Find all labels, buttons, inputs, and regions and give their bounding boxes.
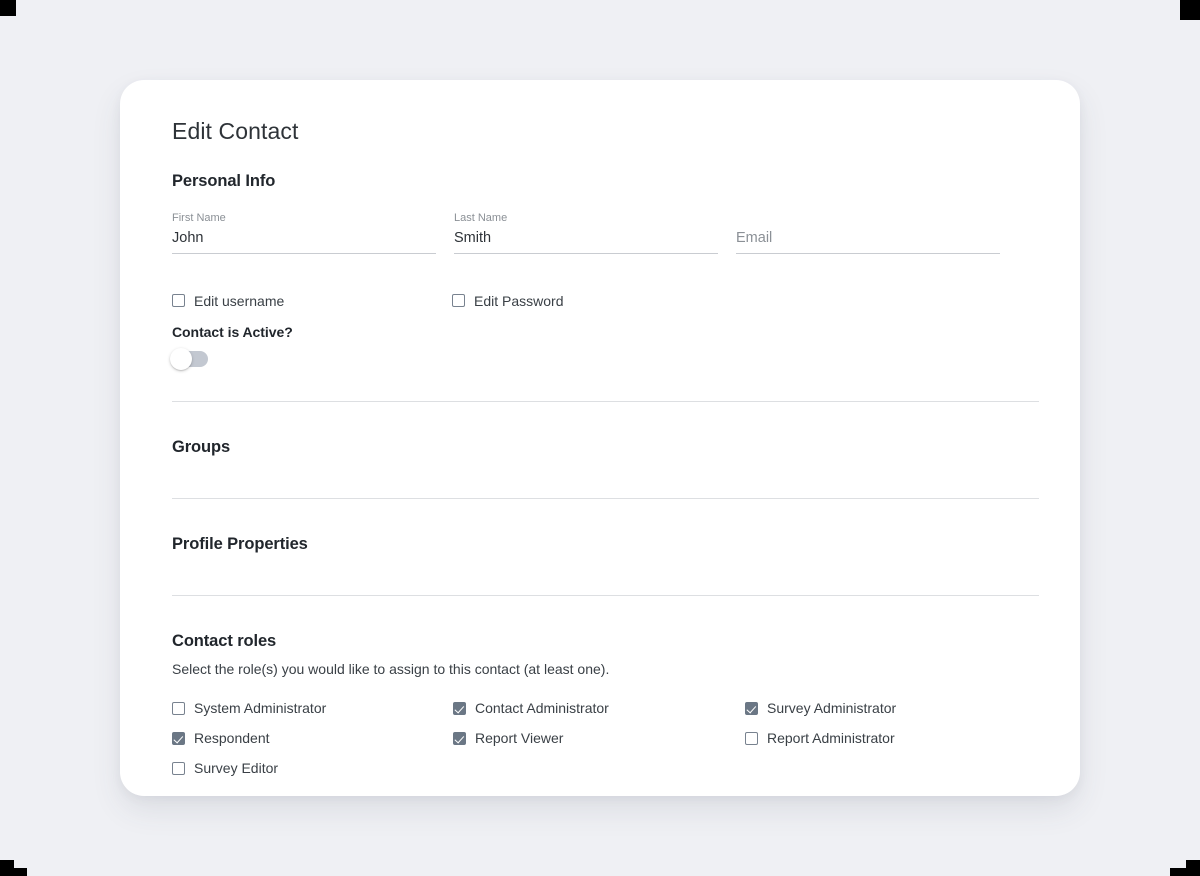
role-survey-administrator[interactable]: Survey Administrator xyxy=(734,701,1039,715)
role-contact-administrator[interactable]: Contact Administrator xyxy=(453,701,734,715)
contact-roles-heading: Contact roles xyxy=(172,631,277,650)
role-survey-administrator-checkbox[interactable] xyxy=(745,701,758,715)
role-report-viewer[interactable]: Report Viewer xyxy=(453,731,734,745)
contact-roles-description: Select the role(s) you would like to ass… xyxy=(172,660,610,677)
role-system-administrator-checkbox[interactable] xyxy=(172,701,185,715)
role-contact-administrator-label: Contact Administrator xyxy=(475,700,609,717)
role-contact-administrator-checkbox[interactable] xyxy=(453,701,466,715)
edit-password-checkbox[interactable] xyxy=(452,294,465,308)
email-input[interactable] xyxy=(736,229,1000,254)
role-report-viewer-checkbox[interactable] xyxy=(453,731,466,745)
first-name-input[interactable] xyxy=(172,229,436,254)
edit-contact-card: Edit Contact Personal Info First Name La… xyxy=(120,80,1080,796)
first-name-field: First Name xyxy=(172,200,436,254)
profile-properties-section: Profile Properties xyxy=(172,499,1039,595)
role-system-administrator[interactable]: System Administrator xyxy=(172,701,453,715)
last-name-label: Last Name xyxy=(454,211,508,224)
profile-properties-heading: Profile Properties xyxy=(172,534,308,553)
role-respondent-checkbox[interactable] xyxy=(172,731,185,745)
edit-username-checkbox[interactable] xyxy=(172,294,185,308)
edit-password-checkbox-row[interactable]: Edit Password xyxy=(452,294,563,308)
last-name-field: Last Name xyxy=(454,200,718,254)
contact-is-active-label: Contact is Active? xyxy=(172,323,293,340)
contact-roles-section: Contact roles Select the role(s) you wou… xyxy=(172,596,1039,775)
contact-is-active-toggle[interactable] xyxy=(170,347,208,370)
personal-info-fields: First Name Last Name Email xyxy=(172,200,1039,254)
toggle-knob xyxy=(170,347,192,370)
role-report-administrator-checkbox[interactable] xyxy=(745,731,758,745)
email-field: Email xyxy=(736,200,1000,254)
page-title: Edit Contact xyxy=(172,118,299,144)
registration-mark-bottom-left-bar xyxy=(0,868,27,876)
registration-mark-top-right xyxy=(1180,0,1200,20)
role-respondent[interactable]: Respondent xyxy=(172,731,453,745)
role-survey-administrator-label: Survey Administrator xyxy=(767,700,897,717)
groups-section: Groups xyxy=(172,402,1039,498)
role-survey-editor-checkbox[interactable] xyxy=(172,761,185,775)
first-name-label: First Name xyxy=(172,211,226,224)
role-report-administrator[interactable]: Report Administrator xyxy=(734,731,1039,745)
role-report-viewer-label: Report Viewer xyxy=(475,730,564,747)
role-system-administrator-label: System Administrator xyxy=(194,700,327,717)
role-respondent-label: Respondent xyxy=(194,730,270,747)
role-report-administrator-label: Report Administrator xyxy=(767,730,895,747)
personal-info-heading: Personal Info xyxy=(172,171,276,190)
edit-username-checkbox-row[interactable]: Edit username xyxy=(172,294,452,308)
registration-mark-bottom-right-bar xyxy=(1170,868,1200,876)
personal-info-section: Personal Info First Name Last Name Email xyxy=(170,171,1039,370)
last-name-input[interactable] xyxy=(454,229,718,254)
edit-username-label: Edit username xyxy=(194,292,285,309)
groups-heading: Groups xyxy=(172,437,231,456)
edit-password-label: Edit Password xyxy=(474,292,564,309)
role-survey-editor[interactable]: Survey Editor xyxy=(172,761,453,775)
contact-roles-grid: System Administrator Contact Administrat… xyxy=(172,701,1039,775)
role-survey-editor-label: Survey Editor xyxy=(194,760,279,777)
credential-options-row: Edit username Edit Password xyxy=(172,294,1039,308)
registration-mark-top-left xyxy=(0,0,16,16)
